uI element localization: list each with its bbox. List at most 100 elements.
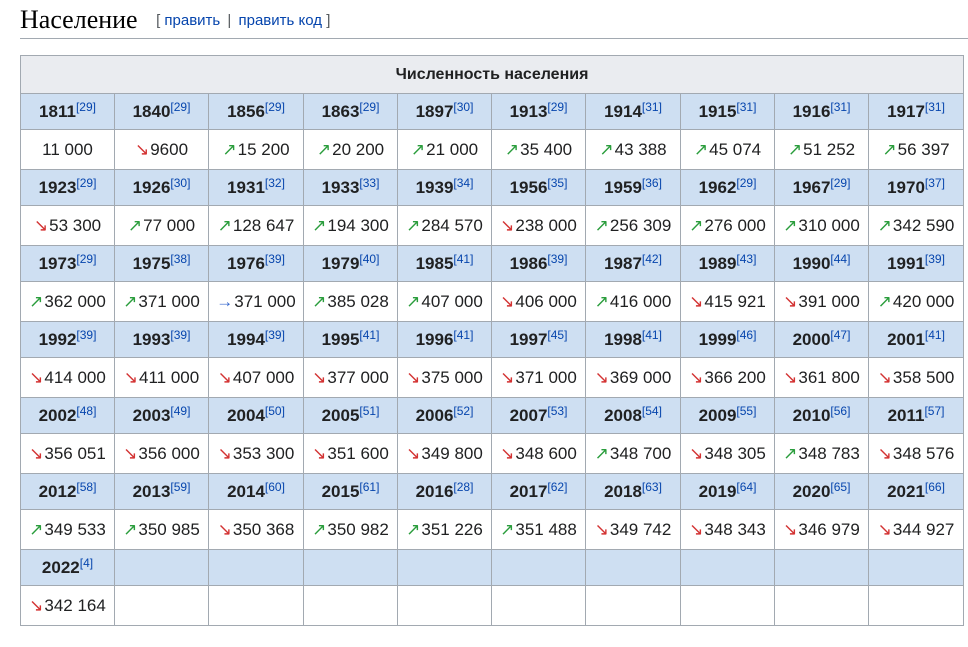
reference-link[interactable]: [41] [925, 328, 945, 342]
reference-link[interactable]: [41] [642, 328, 662, 342]
reference-link[interactable]: [41] [359, 328, 379, 342]
reference-link[interactable]: [61] [359, 480, 379, 494]
reference-link[interactable]: [30] [453, 100, 473, 114]
year-label: 2005 [321, 405, 360, 425]
population-cell [208, 585, 304, 626]
year-cell: 1811[29] [20, 93, 115, 130]
reference-link[interactable]: [31] [925, 100, 945, 114]
reference-note: [48] [76, 404, 96, 418]
year-label: 1985 [415, 253, 454, 273]
reference-link[interactable]: [37] [925, 176, 945, 190]
population-value: 349 533 [44, 519, 106, 539]
reference-link[interactable]: [29] [830, 176, 850, 190]
reference-link[interactable]: [56] [830, 404, 850, 418]
year-label: 1986 [509, 253, 548, 273]
edit-link[interactable]: править [164, 12, 220, 29]
reference-link[interactable]: [66] [925, 480, 945, 494]
reference-link[interactable]: [29] [170, 100, 190, 114]
reference-link[interactable]: [29] [76, 176, 96, 190]
reference-link[interactable]: [41] [453, 328, 473, 342]
reference-link[interactable]: [34] [453, 176, 473, 190]
reference-link[interactable]: [62] [547, 480, 567, 494]
reference-note: [54] [642, 404, 662, 418]
trend-up-icon: ↗ [504, 139, 520, 159]
reference-link[interactable]: [46] [736, 328, 756, 342]
reference-link[interactable]: [54] [642, 404, 662, 418]
reference-link[interactable]: [47] [830, 328, 850, 342]
reference-link[interactable]: [40] [359, 252, 379, 266]
reference-link[interactable]: [39] [547, 252, 567, 266]
year-cell: 1997[45] [491, 321, 586, 358]
reference-link[interactable]: [39] [76, 328, 96, 342]
reference-link[interactable]: [48] [76, 404, 96, 418]
trend-down-icon: ↘ [29, 443, 44, 463]
year-label: 1990 [792, 253, 831, 273]
population-cell [397, 585, 492, 626]
reference-link[interactable]: [35] [547, 176, 567, 190]
year-row: 1992[39] 1993[39] 1994[39] 1995[41] 1996[41]… [20, 321, 965, 358]
reference-link[interactable]: [30] [170, 176, 190, 190]
reference-link[interactable]: [31] [642, 100, 662, 114]
reference-link[interactable]: [55] [736, 404, 756, 418]
trend-up-icon: ↗ [787, 139, 803, 159]
reference-link[interactable]: [42] [642, 252, 662, 266]
reference-link[interactable]: [36] [642, 176, 662, 190]
reference-link[interactable]: [29] [76, 100, 96, 114]
reference-link[interactable]: [44] [830, 252, 850, 266]
population-value: 256 309 [609, 215, 672, 235]
reference-link[interactable]: [29] [736, 176, 756, 190]
reference-link[interactable]: [59] [170, 480, 190, 494]
population-value: 407 000 [421, 291, 483, 311]
reference-link[interactable]: [53] [547, 404, 567, 418]
reference-link[interactable]: [50] [265, 404, 285, 418]
population-cell: ↗416 000 [585, 281, 681, 322]
population-value: 356 051 [44, 443, 106, 463]
reference-link[interactable]: [60] [265, 480, 285, 494]
reference-link[interactable]: [63] [642, 480, 662, 494]
reference-link[interactable]: [4] [80, 556, 93, 570]
reference-link[interactable]: [64] [736, 480, 756, 494]
reference-link[interactable]: [33] [359, 176, 379, 190]
year-cell: 1995[41] [303, 321, 398, 358]
reference-link[interactable]: [29] [359, 100, 379, 114]
reference-note: [46] [736, 328, 756, 342]
reference-note: [29] [736, 176, 756, 190]
reference-link[interactable]: [28] [453, 480, 473, 494]
reference-link[interactable]: [29] [76, 252, 96, 266]
reference-note: [64] [736, 480, 756, 494]
reference-link[interactable]: [31] [830, 100, 850, 114]
reference-link[interactable]: [29] [547, 100, 567, 114]
population-cell: ↗350 985 [114, 509, 209, 550]
reference-link[interactable]: [65] [830, 480, 850, 494]
reference-link[interactable]: [45] [547, 328, 567, 342]
reference-link[interactable]: [41] [453, 252, 473, 266]
reference-link[interactable]: [39] [265, 328, 285, 342]
reference-link[interactable]: [43] [736, 252, 756, 266]
reference-link[interactable]: [32] [265, 176, 285, 190]
value-row: ↗349 533 ↗350 985 ↘350 368 ↗350 982 ↗351 226… [20, 509, 965, 550]
trend-down-icon: ↘ [29, 367, 44, 387]
reference-link[interactable]: [31] [736, 100, 756, 114]
value-row: ↘414 000 ↘411 000 ↘407 000 ↘377 000 ↘375 000… [20, 357, 965, 398]
population-value: 358 500 [892, 367, 955, 387]
reference-note: [49] [170, 404, 190, 418]
reference-link[interactable]: [51] [359, 404, 379, 418]
reference-link[interactable]: [39] [925, 252, 945, 266]
trend-up-icon: ↗ [689, 215, 704, 235]
year-cell: 1975[38] [114, 245, 209, 282]
year-cell: 2016[28] [397, 473, 492, 510]
reference-link[interactable]: [39] [265, 252, 285, 266]
bracket-open: [ [156, 12, 161, 29]
reference-link[interactable]: [52] [453, 404, 473, 418]
year-cell: 2007[53] [491, 397, 586, 434]
year-cell: 1915[31] [680, 93, 775, 130]
reference-link[interactable]: [58] [76, 480, 96, 494]
edit-code-link[interactable]: править код [239, 12, 323, 29]
year-label: 1931 [227, 177, 265, 197]
reference-link[interactable]: [49] [170, 404, 190, 418]
reference-link[interactable]: [38] [170, 252, 190, 266]
reference-link[interactable]: [29] [265, 100, 285, 114]
reference-link[interactable]: [39] [170, 328, 190, 342]
reference-link[interactable]: [57] [924, 404, 944, 418]
year-label: 2007 [509, 405, 548, 425]
